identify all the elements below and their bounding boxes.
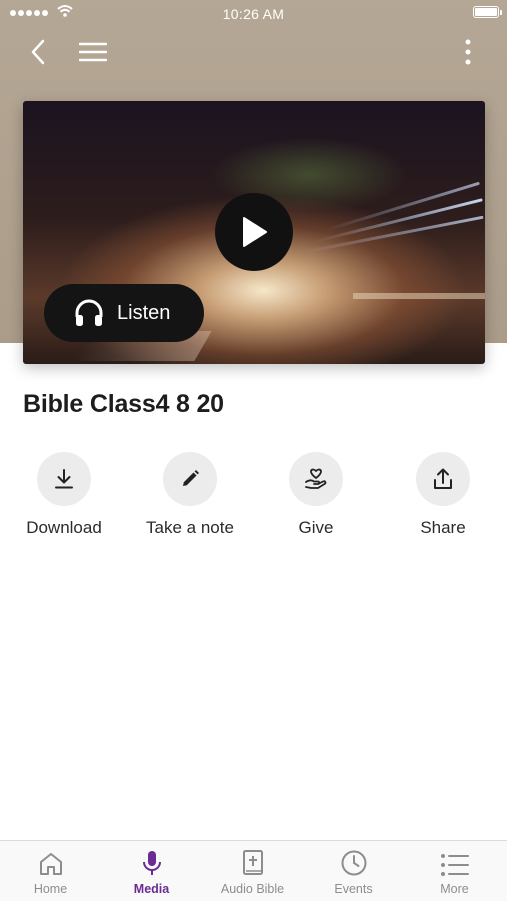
take-note-label: Take a note <box>146 518 234 537</box>
list-icon <box>440 854 469 876</box>
download-button-circle <box>37 452 91 506</box>
hamburger-icon <box>79 42 107 62</box>
road-railing <box>353 293 485 299</box>
menu-button[interactable] <box>73 32 113 72</box>
tab-more-label: More <box>440 882 469 896</box>
status-time: 10:26 AM <box>222 6 285 22</box>
download-label: Download <box>26 518 102 537</box>
bible-icon <box>242 850 263 875</box>
share-icon <box>434 468 452 489</box>
tab-media-label: Media <box>133 882 170 896</box>
back-button[interactable] <box>18 32 58 72</box>
give-heart-hand-icon <box>305 468 327 489</box>
listen-button[interactable]: Listen <box>44 284 204 342</box>
download-button[interactable]: Download <box>1 452 127 538</box>
take-note-button[interactable]: Take a note <box>127 452 253 538</box>
tab-home[interactable]: Home <box>0 841 101 901</box>
share-button[interactable]: Share <box>380 452 506 538</box>
download-icon <box>55 469 73 489</box>
give-button-circle <box>289 452 343 506</box>
battery-icon <box>473 6 502 18</box>
tab-home-label: Home <box>33 882 68 896</box>
play-button[interactable] <box>215 193 293 271</box>
pencil-icon <box>183 470 199 486</box>
tab-more[interactable]: More <box>404 841 505 901</box>
tab-events-label: Events <box>334 882 373 896</box>
vertical-dots-icon <box>465 39 471 65</box>
headphones-icon <box>74 299 104 327</box>
more-options-button[interactable] <box>448 32 488 72</box>
home-icon <box>39 853 62 875</box>
tab-media[interactable]: Media <box>101 841 202 901</box>
media-title: Bible Class4 8 20 <box>23 390 224 418</box>
play-icon <box>243 217 267 247</box>
microphone-icon <box>142 851 161 875</box>
tab-events[interactable]: Events <box>303 841 404 901</box>
listen-label: Listen <box>117 301 171 324</box>
bottom-tab-bar: Home Media Audio Bible Events More <box>0 840 507 901</box>
give-button[interactable]: Give <box>253 452 379 538</box>
clock-icon <box>341 850 366 876</box>
chevron-left-icon <box>31 39 45 65</box>
tab-audio-bible[interactable]: Audio Bible <box>202 841 303 901</box>
tab-audio-bible-label: Audio Bible <box>220 882 285 896</box>
share-button-circle <box>416 452 470 506</box>
status-bar: 10:26 AM <box>0 0 507 26</box>
give-label: Give <box>298 518 334 537</box>
share-label: Share <box>420 518 466 537</box>
take-note-button-circle <box>163 452 217 506</box>
